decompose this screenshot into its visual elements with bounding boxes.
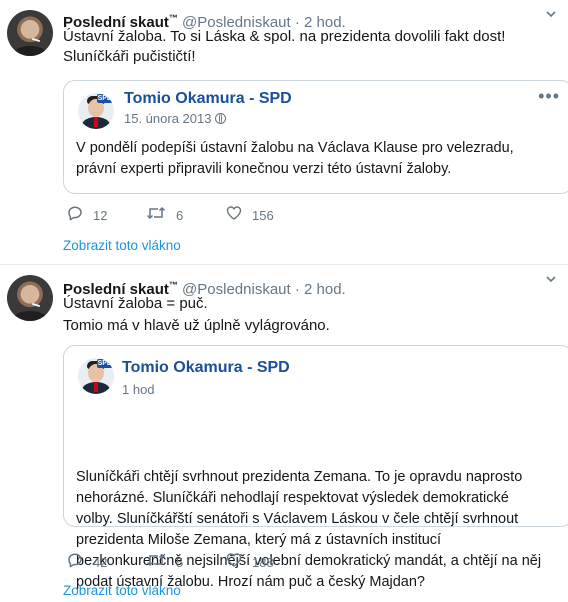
avatar-shirt (13, 46, 47, 56)
quoted-tweet[interactable]: SPD Tomio Okamura - SPD 1 hod Sluníčkáři… (63, 345, 568, 590)
chevron-down-icon[interactable] (544, 8, 558, 22)
avatar-tie (94, 117, 98, 127)
avatar[interactable] (7, 10, 53, 56)
quoted-author-name[interactable]: Tomio Okamura - SPD (124, 90, 292, 108)
spd-logo: SPD (96, 359, 113, 368)
tweet-2[interactable]: Poslední skaut™ @Posledniskaut · 2 hod. … (0, 265, 568, 602)
quoted-time-text[interactable]: 15. února 2013 (124, 111, 211, 126)
reply-count: 12 (93, 207, 108, 223)
retweet-count: 5 (176, 554, 184, 570)
quoted-text-line: volby. Sluníčkářští senátoři s Václavem … (76, 511, 519, 527)
show-thread-link[interactable]: Zobrazit toto vlákno (63, 238, 181, 253)
more-icon[interactable]: ••• (538, 87, 560, 105)
spd-logo: SPD (96, 94, 113, 103)
retweet-button[interactable]: 5 (146, 552, 183, 570)
like-count: 188 (252, 554, 274, 570)
tweet-text-line-1: Ústavní žaloba = puč. (63, 295, 208, 312)
heart-icon (226, 205, 242, 226)
retweet-icon (146, 205, 166, 226)
quoted-author-name[interactable]: Tomio Okamura - SPD (122, 359, 290, 377)
quoted-avatar[interactable]: SPD (78, 93, 114, 129)
trademark-sign: ™ (168, 13, 178, 23)
quoted-text: V pondělí podepíši ústavní žalobu na Vác… (76, 140, 514, 177)
heart-icon (226, 552, 242, 573)
quoted-text: Sluníčkáři chtějí svrhnout prezidenta Ze… (76, 467, 546, 593)
quoted-time: 15. února 2013 (124, 111, 227, 126)
reply-button[interactable]: 12 (67, 205, 107, 223)
chevron-down-icon[interactable] (544, 273, 558, 287)
avatar[interactable] (7, 275, 53, 321)
quoted-time[interactable]: 1 hod (122, 382, 155, 397)
retweet-count: 6 (176, 207, 184, 223)
quoted-text-line: Sluníčkáři chtějí svrhnout prezidenta Ze… (76, 469, 523, 485)
retweet-button[interactable]: 6 (146, 205, 183, 223)
quoted-text-line: prezidenta Miloše Zemana, který má z úst… (76, 532, 442, 548)
quoted-text-line: nehorázné. Sluníčkáři nehodlají respekto… (76, 490, 509, 506)
reply-icon (67, 205, 83, 226)
tweet-text: Ústavní žaloba. To si Láska & spol. na p… (63, 28, 506, 65)
like-count: 156 (252, 207, 274, 223)
avatar-cigarette (31, 302, 41, 308)
retweet-icon (146, 552, 166, 573)
like-button[interactable]: 156 (226, 205, 274, 223)
quoted-tweet[interactable]: SPD Tomio Okamura - SPD 15. února 2013 •… (63, 80, 568, 194)
globe-icon (215, 113, 227, 124)
reply-count: 42 (93, 554, 108, 570)
avatar-shirt (13, 311, 47, 321)
show-thread-link[interactable]: Zobrazit toto vlákno (63, 583, 181, 598)
tweet-time[interactable]: 2 hod. (304, 281, 346, 298)
trademark-sign: ™ (168, 280, 178, 290)
reply-icon (67, 552, 83, 573)
separator-dot: · (290, 281, 305, 298)
like-button[interactable]: 188 (226, 552, 274, 570)
avatar-cigarette (31, 37, 41, 43)
reply-button[interactable]: 42 (67, 552, 107, 570)
quoted-avatar[interactable]: SPD (78, 358, 114, 394)
tweet-1[interactable]: Poslední skaut™ @Posledniskaut · 2 hod. … (0, 0, 568, 264)
tweet-text-line-2: Tomio má v hlavě už úplně vylágrováno. (63, 317, 330, 334)
avatar-tie (94, 382, 98, 392)
